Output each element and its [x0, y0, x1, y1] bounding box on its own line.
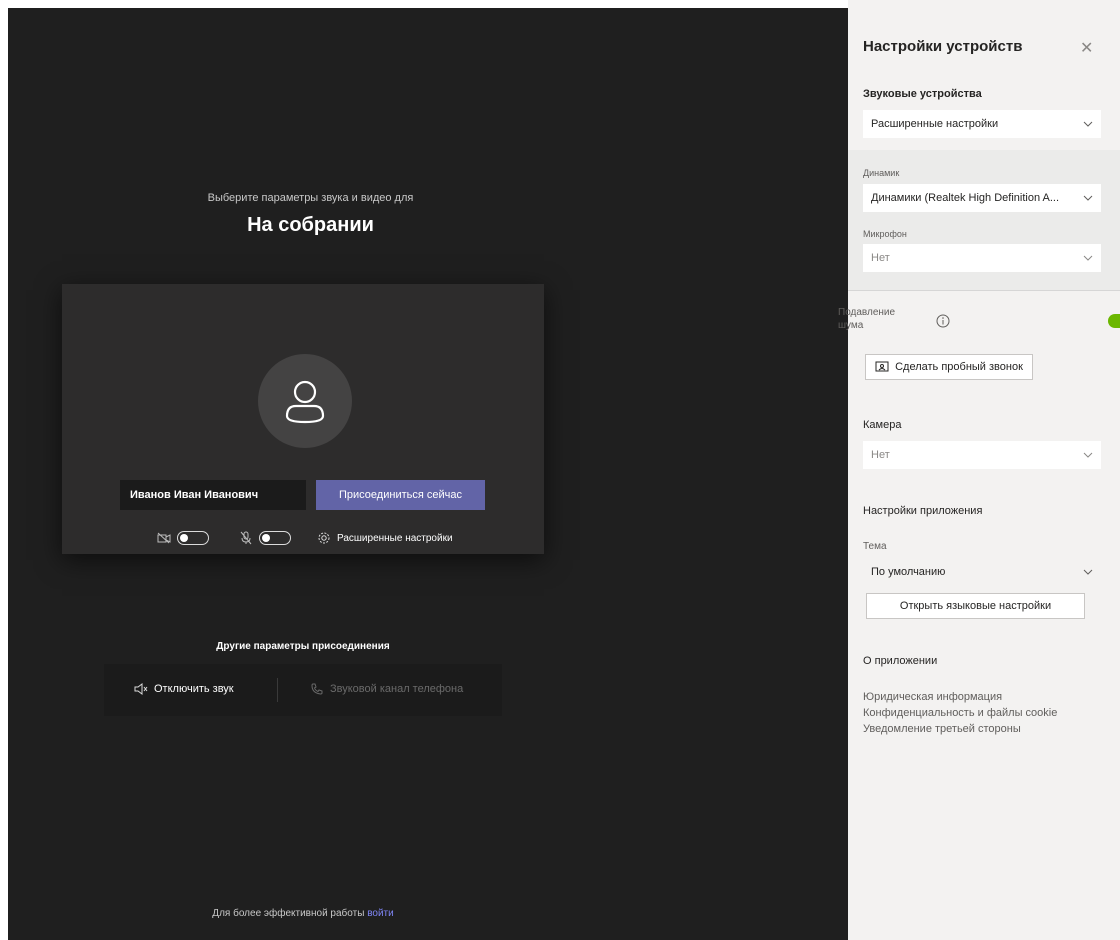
- panel-title: Настройки устройств: [863, 38, 1023, 55]
- third-party-notice-link[interactable]: Уведомление третьей стороны: [863, 723, 1021, 735]
- phone-icon: [310, 682, 324, 696]
- close-icon[interactable]: ✕: [1080, 38, 1093, 58]
- noise-suppression-label: Подавление шума: [838, 306, 895, 332]
- audio-off-label: Отключить звук: [154, 683, 234, 695]
- test-call-icon: [875, 361, 889, 372]
- video-preview: Присоединиться сейчас Расширенные настро…: [62, 284, 544, 554]
- about-label: О приложении: [863, 655, 938, 667]
- device-settings-panel: Настройки устройств ✕ Звуковые устройств…: [838, 0, 1120, 940]
- legal-info-link[interactable]: Юридическая информация: [863, 691, 1002, 703]
- camera-off-icon: [157, 531, 171, 545]
- theme-select[interactable]: По умолчанию: [863, 558, 1101, 586]
- theme-value: По умолчанию: [871, 566, 946, 578]
- other-join-options: Отключить звук Звуковой канал телефона: [104, 664, 502, 716]
- footer-text: Для более эффективной работы: [212, 908, 368, 919]
- noise-label-line-2: шума: [838, 320, 864, 331]
- test-call-label: Сделать пробный звонок: [895, 361, 1023, 373]
- camera-toggle[interactable]: [177, 531, 209, 545]
- person-icon: [285, 380, 325, 424]
- options-divider: [277, 678, 278, 702]
- phone-audio-option[interactable]: Звуковой канал телефона: [310, 682, 463, 696]
- theme-label: Тема: [863, 541, 887, 552]
- test-call-button[interactable]: Сделать пробный звонок: [865, 354, 1033, 380]
- speaker-off-icon: [134, 682, 148, 696]
- camera-label: Камера: [863, 419, 902, 431]
- mic-value: Нет: [871, 252, 890, 264]
- prejoin-subtitle: Выберите параметры звука и видео для: [207, 192, 414, 204]
- mic-select[interactable]: Нет: [863, 244, 1101, 272]
- sign-in-link[interactable]: войти: [367, 908, 394, 919]
- chevron-down-icon: [1083, 569, 1093, 575]
- noise-label-line-1: Подавление: [838, 307, 896, 318]
- gear-icon[interactable]: [317, 531, 331, 545]
- device-controls: Расширенные настройки: [157, 526, 453, 550]
- panel-divider: [848, 290, 1120, 291]
- name-input[interactable]: [120, 480, 306, 510]
- speaker-select[interactable]: Динамики (Realtek High Definition A...: [863, 184, 1101, 212]
- audio-devices-select[interactable]: Расширенные настройки: [863, 110, 1101, 138]
- chevron-down-icon: [1083, 452, 1093, 458]
- camera-value: Нет: [871, 449, 890, 461]
- audio-devices-label: Звуковые устройства: [863, 88, 982, 100]
- avatar: [258, 354, 352, 448]
- mic-toggle-knob: [262, 534, 270, 542]
- privacy-cookies-link[interactable]: Конфиденциальность и файлы cookie: [863, 707, 1057, 719]
- mic-toggle[interactable]: [259, 531, 291, 545]
- join-now-button[interactable]: Присоединиться сейчас: [316, 480, 485, 510]
- camera-toggle-knob: [180, 534, 188, 542]
- mic-off-icon: [239, 531, 253, 545]
- mic-label: Микрофон: [863, 229, 907, 239]
- app-settings-label: Настройки приложения: [863, 505, 983, 517]
- info-icon[interactable]: [936, 314, 950, 328]
- chevron-down-icon: [1083, 121, 1093, 127]
- sign-in-footer: Для более эффективной работы войти: [8, 908, 598, 919]
- other-join-options-title: Другие параметры присоединения: [216, 641, 390, 652]
- language-settings-button[interactable]: Открыть языковые настройки: [866, 593, 1085, 619]
- language-settings-label: Открыть языковые настройки: [899, 600, 1052, 612]
- speaker-label: Динамик: [863, 168, 900, 178]
- camera-select[interactable]: Нет: [863, 441, 1101, 469]
- noise-suppression-toggle[interactable]: [1108, 314, 1120, 328]
- meeting-title: На собрании: [247, 214, 374, 236]
- chevron-down-icon: [1083, 195, 1093, 201]
- advanced-settings-link[interactable]: Расширенные настройки: [337, 533, 453, 544]
- speaker-value: Динамики (Realtek High Definition A...: [871, 192, 1060, 204]
- audio-devices-value: Расширенные настройки: [871, 118, 999, 130]
- prejoin-screen: Выберите параметры звука и видео для На …: [8, 8, 848, 940]
- phone-audio-label: Звуковой канал телефона: [330, 683, 464, 695]
- audio-off-option[interactable]: Отключить звук: [134, 682, 234, 696]
- chevron-down-icon: [1083, 255, 1093, 261]
